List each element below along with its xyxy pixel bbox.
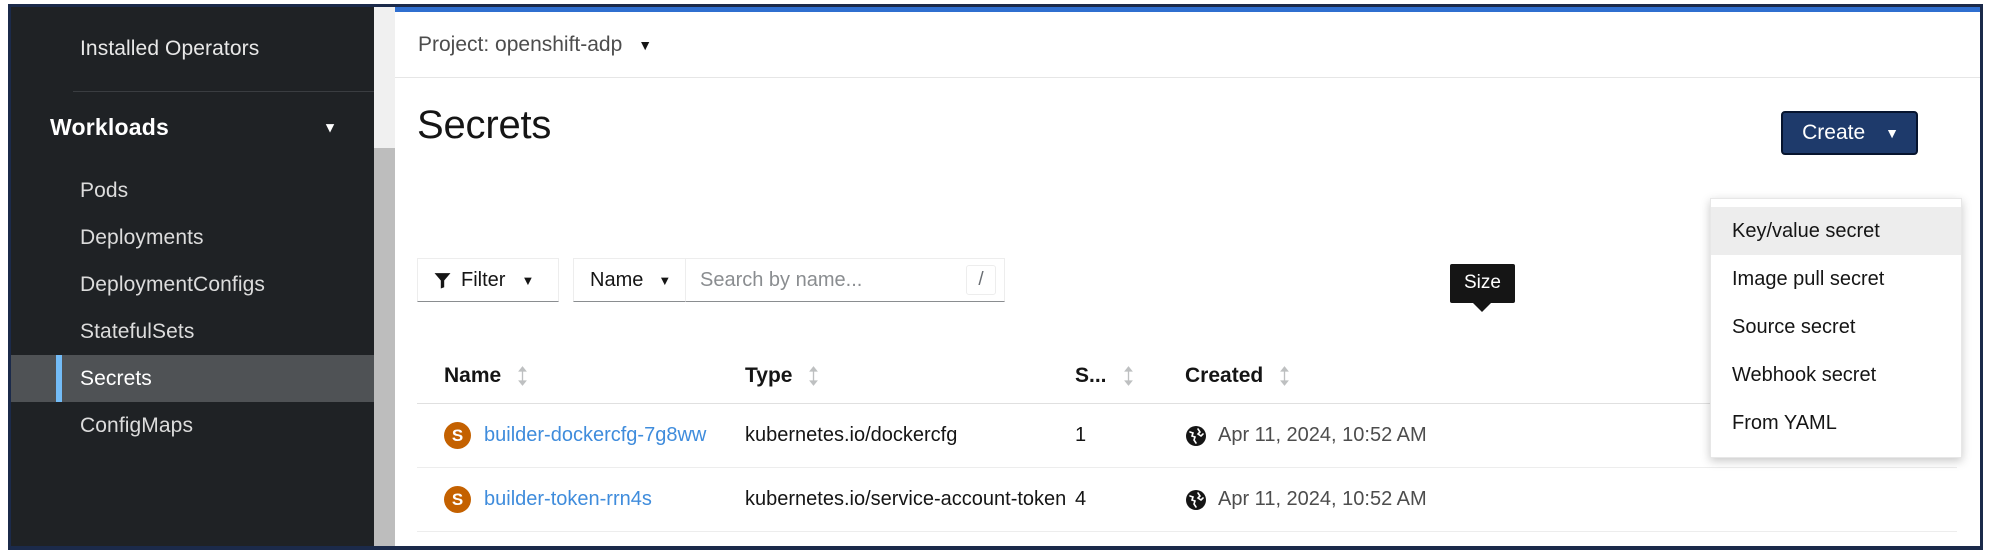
filter-label: Filter	[461, 269, 505, 292]
menu-item-label: Key/value secret	[1732, 220, 1880, 243]
caret-down-icon: ▼	[658, 274, 671, 287]
cell-created: Apr 11, 2024, 10:52 AM	[1185, 488, 1585, 511]
menu-item-key-value-secret[interactable]: Key/value secret	[1711, 207, 1961, 255]
sidebar-section-workloads[interactable]: Workloads ▾	[11, 103, 374, 151]
search-field-wrapper: /	[685, 258, 1005, 302]
funnel-icon	[434, 272, 451, 289]
cell-name: S builder-dockercfg-7g8ww	[417, 422, 745, 449]
column-header-name[interactable]: Name	[417, 364, 745, 388]
sidebar-item-label: Pods	[80, 179, 128, 203]
sidebar-navigation: Installed Operators Workloads ▾ Pods Dep…	[11, 7, 374, 546]
window-border-bottom	[8, 546, 1983, 550]
caret-down-icon: ▼	[1885, 126, 1899, 140]
search-input[interactable]	[700, 269, 940, 292]
secret-name-link[interactable]: builder-token-rrn4s	[484, 488, 652, 511]
application-window: Installed Operators Workloads ▾ Pods Dep…	[0, 0, 1992, 554]
sidebar-item-statefulsets[interactable]: StatefulSets	[11, 308, 374, 355]
column-header-created[interactable]: Created	[1185, 364, 1585, 388]
menu-item-label: Image pull secret	[1732, 268, 1884, 291]
globe-icon	[1185, 489, 1207, 511]
sidebar-item-pods[interactable]: Pods	[11, 167, 374, 214]
search-attribute-label: Name	[590, 269, 643, 292]
sidebar-item-label: StatefulSets	[80, 320, 194, 344]
column-header-label: Created	[1185, 364, 1263, 388]
search-shortcut-badge: /	[966, 265, 996, 295]
column-header-label: Type	[745, 364, 792, 388]
size-column-tooltip: Size	[1450, 264, 1515, 303]
sidebar-item-label: Deployments	[80, 226, 204, 250]
menu-item-label: Source secret	[1732, 316, 1855, 339]
cell-size: 1	[1075, 424, 1185, 447]
column-header-label: S...	[1075, 364, 1107, 388]
sidebar-item-deploymentconfigs[interactable]: DeploymentConfigs	[11, 261, 374, 308]
menu-item-label: From YAML	[1732, 412, 1837, 435]
sidebar-scrollbar-thumb[interactable]	[374, 148, 395, 546]
filter-dropdown-button[interactable]: Filter ▼	[417, 258, 559, 302]
sidebar-item-label: Secrets	[80, 367, 152, 391]
sidebar-item-secrets[interactable]: Secrets	[11, 355, 374, 402]
sidebar-item-label: ConfigMaps	[80, 414, 193, 438]
menu-item-image-pull-secret[interactable]: Image pull secret	[1711, 255, 1961, 303]
secret-badge-icon: S	[444, 422, 471, 449]
sidebar-item-label: DeploymentConfigs	[80, 273, 265, 297]
created-timestamp: Apr 11, 2024, 10:52 AM	[1218, 424, 1427, 447]
window-border-right	[1980, 4, 1983, 550]
sort-arrows-icon	[517, 366, 528, 386]
column-header-label: Name	[444, 364, 501, 388]
create-button-label: Create	[1802, 121, 1865, 145]
globe-icon	[1185, 425, 1207, 447]
cell-name: S builder-token-rrn4s	[417, 486, 745, 513]
page-title: Secrets	[417, 103, 551, 148]
column-header-type[interactable]: Type	[745, 364, 1075, 388]
sidebar-item-deployments[interactable]: Deployments	[11, 214, 374, 261]
menu-item-webhook-secret[interactable]: Webhook secret	[1711, 351, 1961, 399]
create-dropdown-menu: Key/value secret Image pull secret Sourc…	[1710, 198, 1962, 458]
search-attribute-dropdown[interactable]: Name ▼	[573, 258, 685, 302]
menu-item-label: Webhook secret	[1732, 364, 1876, 387]
chevron-down-icon: ▾	[326, 120, 334, 135]
sort-arrows-icon	[1279, 366, 1290, 386]
sidebar-item-configmaps[interactable]: ConfigMaps	[11, 402, 374, 449]
caret-down-icon: ▼	[521, 274, 534, 287]
sidebar-item-label: Installed Operators	[80, 37, 259, 61]
create-button[interactable]: Create ▼	[1781, 111, 1918, 155]
project-bar: Project: openshift-adp ▼	[395, 12, 1980, 78]
menu-item-source-secret[interactable]: Source secret	[1711, 303, 1961, 351]
project-selector-label: Project: openshift-adp	[418, 33, 622, 57]
cell-type: kubernetes.io/service-account-token	[745, 488, 1075, 511]
sidebar-section-label: Workloads	[50, 114, 169, 141]
sort-arrows-icon	[1123, 366, 1134, 386]
chevron-down-icon: ▼	[638, 38, 652, 52]
secret-name-link[interactable]: builder-dockercfg-7g8ww	[484, 424, 706, 447]
cell-type: kubernetes.io/dockercfg	[745, 424, 1075, 447]
cell-created: Apr 11, 2024, 10:52 AM	[1185, 424, 1585, 447]
list-toolbar: Filter ▼ Name ▼ /	[417, 258, 1005, 302]
cell-size: 4	[1075, 488, 1185, 511]
secret-badge-icon: S	[444, 486, 471, 513]
created-timestamp: Apr 11, 2024, 10:52 AM	[1218, 488, 1427, 511]
column-header-size[interactable]: S...	[1075, 364, 1185, 388]
table-row[interactable]: S builder-token-rrn4s kubernetes.io/serv…	[417, 468, 1957, 532]
menu-item-from-yaml[interactable]: From YAML	[1711, 399, 1961, 447]
project-selector-dropdown[interactable]: Project: openshift-adp ▼	[418, 33, 652, 57]
sort-arrows-icon	[808, 366, 819, 386]
sidebar-item-installed-operators[interactable]: Installed Operators	[11, 25, 374, 73]
sidebar-divider	[73, 91, 374, 92]
